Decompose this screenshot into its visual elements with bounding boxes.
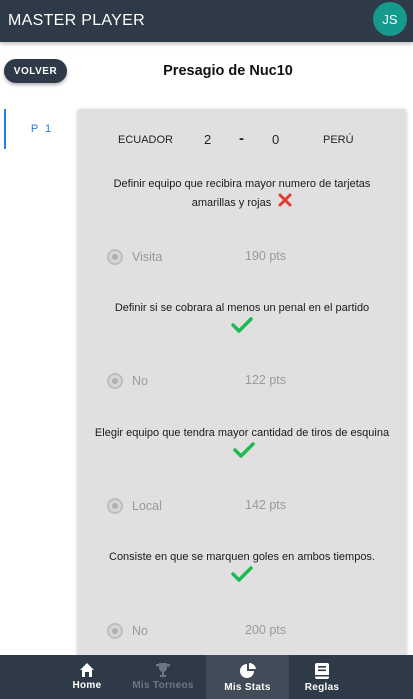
nav-label: Mis Torneos	[132, 680, 194, 691]
answer-points: 200 pts	[245, 623, 287, 637]
home-team: ECUADOR	[118, 134, 174, 146]
radio-selected-icon	[107, 249, 123, 265]
question-text: Elegir equipo que tendra mayor cantidad …	[94, 427, 390, 439]
bottom-navigation: Home Mis Torneos Mis Stats Reglas	[0, 655, 413, 699]
nav-mis-stats[interactable]: Mis Stats	[206, 655, 289, 699]
avatar[interactable]: JS	[373, 2, 407, 36]
nav-label: Reglas	[304, 682, 340, 693]
answer-points: 122 pts	[245, 373, 287, 387]
check-icon	[233, 442, 255, 464]
tab-column: P 1	[4, 109, 78, 669]
back-button[interactable]: VOLVER	[4, 59, 67, 83]
question-text: Consiste en que se marquen goles en ambo…	[109, 551, 375, 563]
check-icon	[231, 566, 253, 588]
match-score: ECUADOR 2 - 0 PERÚ	[78, 124, 406, 156]
answer-2: No 122 pts	[107, 372, 357, 392]
question-3: Elegir equipo que tendra mayor cantidad …	[92, 425, 392, 464]
answer-3: Local 142 pts	[107, 497, 357, 517]
nav-home[interactable]: Home	[54, 655, 120, 699]
nav-mis-torneos[interactable]: Mis Torneos	[120, 655, 206, 699]
nav-label: Home	[72, 680, 102, 691]
answer-1: Visita 190 pts	[107, 248, 357, 268]
answer-points: 190 pts	[245, 249, 287, 263]
nav-reglas[interactable]: Reglas	[289, 655, 355, 699]
question-text: Definir equipo que recibira mayor numero…	[113, 178, 371, 209]
home-icon	[80, 663, 94, 677]
cross-icon	[278, 193, 292, 213]
question-4: Consiste en que se marquen goles en ambo…	[92, 549, 392, 588]
page-title: Presagio de Nuc10	[163, 63, 293, 79]
trophy-icon	[156, 663, 170, 677]
answer-label: Visita	[132, 250, 163, 264]
question-2: Definir si se cobrara al menos un penal …	[92, 300, 392, 339]
answer-label: No	[132, 624, 148, 638]
answer-4: No 200 pts	[107, 622, 357, 642]
answer-label: No	[132, 374, 148, 388]
answer-points: 142 pts	[245, 498, 287, 512]
home-score: 2	[204, 132, 212, 147]
nav-label: Mis Stats	[224, 682, 271, 693]
app-bar: MASTER PLAYER	[0, 0, 413, 42]
question-text: Definir si se cobrara al menos un penal …	[114, 302, 370, 314]
tab-p1[interactable]: P 1	[4, 109, 78, 149]
away-score: 0	[272, 132, 280, 147]
away-team: PERÚ	[323, 134, 354, 146]
book-icon	[315, 663, 329, 679]
pie-chart-icon	[239, 662, 256, 678]
question-1: Definir equipo que recibira mayor numero…	[92, 176, 392, 213]
answer-label: Local	[132, 499, 162, 513]
radio-selected-icon	[107, 623, 123, 639]
score-separator: -	[239, 130, 244, 147]
radio-selected-icon	[107, 373, 123, 389]
app-title: MASTER PLAYER	[8, 12, 145, 29]
radio-selected-icon	[107, 498, 123, 514]
check-icon	[231, 317, 253, 339]
